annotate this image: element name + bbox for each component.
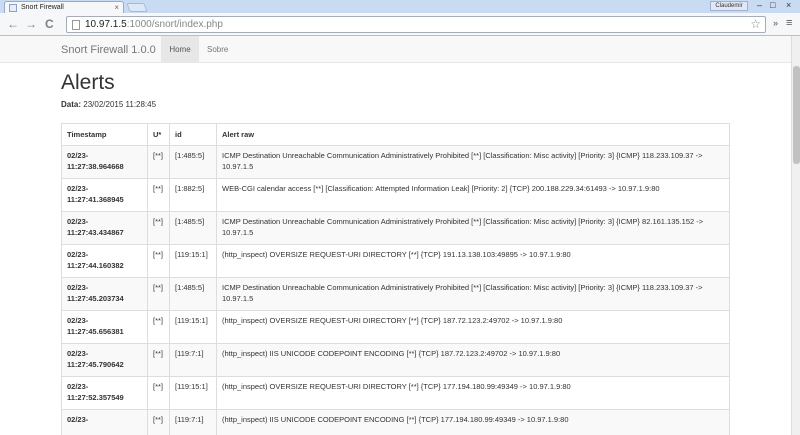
close-tab-icon[interactable]: × (114, 2, 119, 13)
date-label: Data: (61, 100, 82, 109)
id-cell: [119:15:1] (169, 376, 217, 410)
timestamp-cell: 02/23- 11:27:45.656381 (61, 310, 148, 344)
timestamp-cell: 02/23- (61, 409, 148, 435)
timestamp-cell: 02/23- 11:27:45.790642 (61, 343, 148, 377)
id-cell: [119:15:1] (169, 310, 217, 344)
minimize-icon[interactable]: – (757, 0, 762, 11)
page-favicon-icon (9, 4, 17, 12)
u-cell: [**] (147, 376, 170, 410)
nav-sobre[interactable]: Sobre (207, 36, 228, 63)
forward-icon[interactable]: → (25, 18, 37, 30)
reload-icon[interactable]: C (45, 18, 54, 30)
timestamp-cell: 02/23- 11:27:45.203734 (61, 277, 148, 311)
url-text[interactable]: 10.97.1.5:1000/snort/index.php (85, 19, 223, 31)
u-cell: [**] (147, 211, 170, 245)
page-icon (72, 20, 80, 30)
u-cell: [**] (147, 310, 170, 344)
id-cell: [1:485:5] (169, 211, 217, 245)
u-cell: [**] (147, 145, 170, 179)
u-cell: [**] (147, 244, 170, 278)
id-cell: [1:485:5] (169, 145, 217, 179)
table-row: 02/23- 11:27:52.357549 [**] [119:15:1] (h… (61, 376, 730, 410)
back-icon[interactable]: ← (7, 18, 19, 30)
browser-titlebar: Snort Firewall × Claudemir – □ × (0, 0, 800, 13)
browser-toolbar: ← → C 10.97.1.5:1000/snort/index.php ☆ »… (0, 13, 800, 36)
address-bar[interactable]: 10.97.1.5:1000/snort/index.php ☆ (66, 16, 766, 33)
table-row: 02/23- 11:27:38.964668 [**] [1:485:5] ICM… (61, 145, 730, 179)
id-cell: [119:7:1] (169, 343, 217, 377)
u-cell: [**] (147, 409, 170, 435)
alert-raw-cell: (http_inspect) OVERSIZE REQUEST-URI DIRE… (216, 376, 730, 410)
alert-raw-cell: (http_inspect) OVERSIZE REQUEST-URI DIRE… (216, 244, 730, 278)
maximize-icon[interactable]: □ (770, 0, 775, 11)
timestamp-cell: 02/23- 11:27:38.964668 (61, 145, 148, 179)
u-cell: [**] (147, 277, 170, 311)
table-row: 02/23- [**] [119:7:1] (http_inspect) IIS… (61, 409, 730, 435)
alerts-table: Timestamp U* id Alert raw 02/23- 11:27:38… (61, 123, 730, 435)
table-row: 02/23- 11:27:45.656381 [**] [119:15:1] (h… (61, 310, 730, 344)
extensions-overflow-icon[interactable]: » (773, 18, 778, 28)
alert-raw-cell: WEB-CGI calendar access [**] [Classifica… (216, 178, 730, 212)
col-u-header: U* (147, 123, 170, 146)
profile-badge[interactable]: Claudemir (710, 1, 748, 11)
u-cell: [**] (147, 178, 170, 212)
col-timestamp-header: Timestamp (61, 123, 148, 146)
alert-raw-cell: ICMP Destination Unreachable Communicati… (216, 145, 730, 179)
date-line: Data: 23/02/2015 11:28:45 (61, 100, 156, 109)
table-row: 02/23- 11:27:45.203734 [**] [1:485:5] ICM… (61, 277, 730, 311)
bookmark-star-icon[interactable]: ☆ (750, 17, 761, 31)
top-navbar: Snort Firewall 1.0.0 Home Sobre (0, 36, 791, 63)
browser-tab[interactable]: Snort Firewall × (4, 1, 124, 13)
nav-home[interactable]: Home (161, 36, 199, 63)
table-row: 02/23- 11:27:45.790642 [**] [119:7:1] (ht… (61, 343, 730, 377)
scrollbar-thumb[interactable] (793, 66, 800, 164)
new-tab-button[interactable] (126, 3, 148, 12)
u-cell: [**] (147, 343, 170, 377)
tab-title: Snort Firewall (21, 4, 64, 11)
table-row: 02/23- 11:27:41.368945 [**] [1:882:5] WEB… (61, 178, 730, 212)
col-id-header: id (169, 123, 217, 146)
alert-raw-cell: ICMP Destination Unreachable Communicati… (216, 277, 730, 311)
timestamp-cell: 02/23- 11:27:41.368945 (61, 178, 148, 212)
timestamp-cell: 02/23- 11:27:43.434867 (61, 211, 148, 245)
table-row: 02/23- 11:27:44.160382 [**] [119:15:1] (h… (61, 244, 730, 278)
col-alert-raw-header: Alert raw (216, 123, 730, 146)
browser-menu-icon[interactable]: ≡ (786, 17, 792, 29)
id-cell: [119:15:1] (169, 244, 217, 278)
alert-raw-cell: (http_inspect) IIS UNICODE CODEPOINT ENC… (216, 409, 730, 435)
brand-link[interactable]: Snort Firewall 1.0.0 (61, 44, 156, 56)
vertical-scrollbar[interactable] (791, 36, 800, 435)
window-close-icon[interactable]: × (786, 0, 791, 11)
id-cell: [1:485:5] (169, 277, 217, 311)
alert-raw-cell: ICMP Destination Unreachable Communicati… (216, 211, 730, 245)
id-cell: [119:7:1] (169, 409, 217, 435)
date-value: 23/02/2015 11:28:45 (83, 100, 157, 109)
alert-raw-cell: (http_inspect) OVERSIZE REQUEST-URI DIRE… (216, 310, 730, 344)
id-cell: [1:882:5] (169, 178, 217, 212)
alert-raw-cell: (http_inspect) IIS UNICODE CODEPOINT ENC… (216, 343, 730, 377)
table-header-row: Timestamp U* id Alert raw (61, 123, 730, 146)
timestamp-cell: 02/23- 11:27:44.160382 (61, 244, 148, 278)
page-title: Alerts (61, 71, 115, 94)
table-row: 02/23- 11:27:43.434867 [**] [1:485:5] ICM… (61, 211, 730, 245)
timestamp-cell: 02/23- 11:27:52.357549 (61, 376, 148, 410)
page-viewport: Snort Firewall 1.0.0 Home Sobre Alerts D… (0, 36, 791, 435)
